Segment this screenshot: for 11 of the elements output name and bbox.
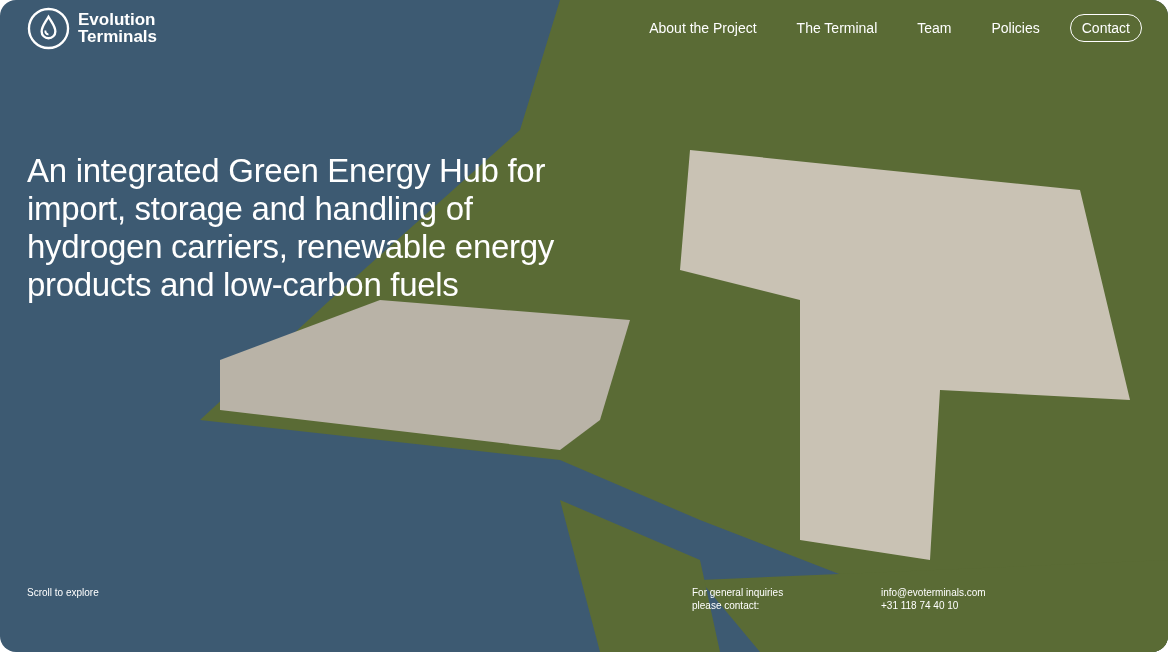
email-link[interactable]: info@evoterminals.com	[881, 586, 986, 599]
nav-link[interactable]: About the Project	[649, 20, 757, 36]
nav-link[interactable]: Team	[917, 20, 952, 36]
hero-headline: An integrated Green Energy Hub for import, storage and handling of hydrogen carriers, renewable energy products and low-carbon fuels	[27, 152, 555, 304]
phone-link[interactable]: +31 118 74 40 10	[881, 599, 986, 612]
scroll-hint: Scroll to explore	[27, 586, 100, 600]
droplet-logo-icon	[27, 6, 70, 50]
inquiries-text: For general inquiries please contact:	[692, 586, 785, 612]
nav-link[interactable]: The Terminal	[796, 20, 878, 36]
logo-wordmark[interactable]: Evolution Terminals	[78, 11, 158, 45]
nav-link[interactable]: Policies	[991, 20, 1040, 36]
